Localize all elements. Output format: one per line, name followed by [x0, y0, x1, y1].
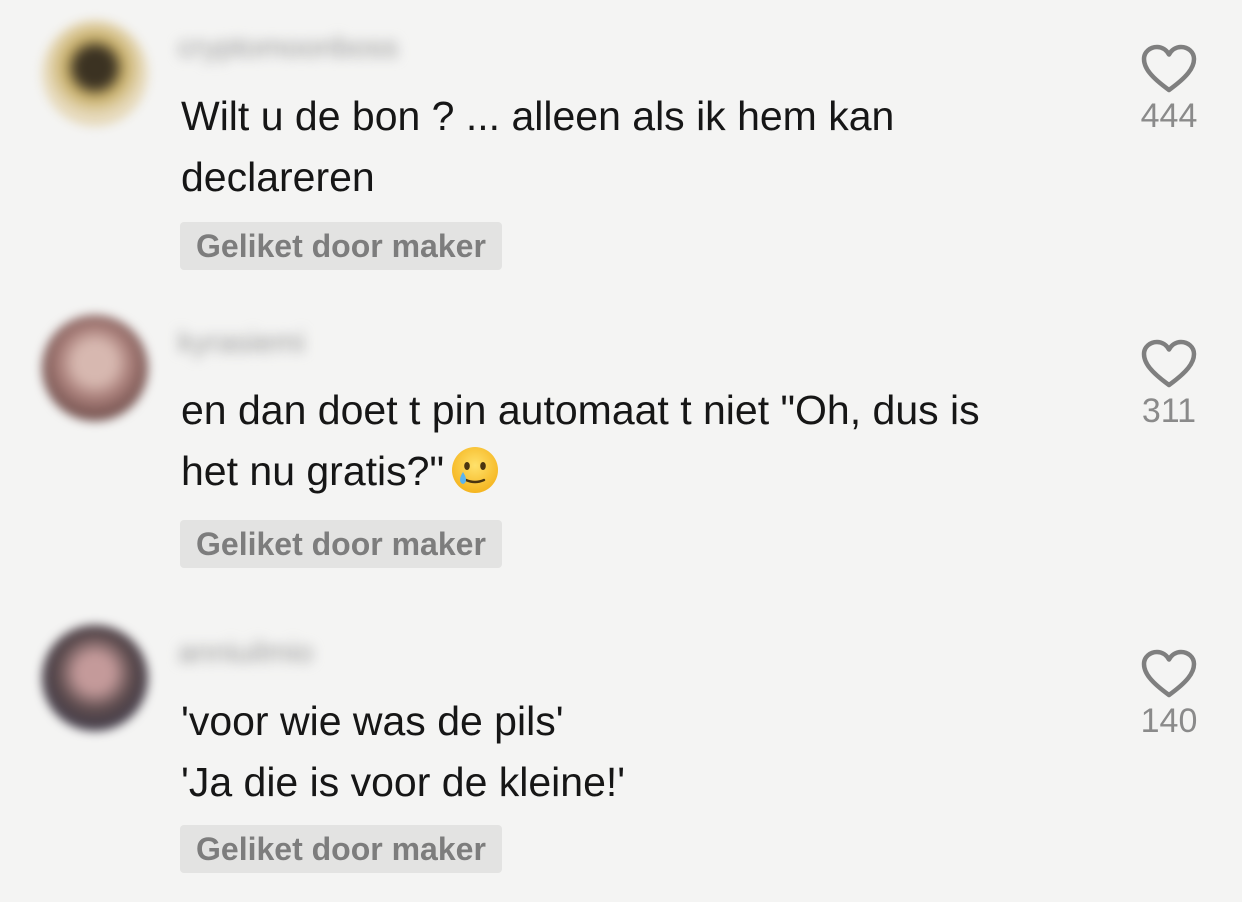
avatar[interactable]	[42, 20, 148, 126]
heart-icon[interactable]	[1141, 339, 1197, 389]
liked-by-creator-badge: Geliket door maker	[180, 520, 502, 568]
comment-text: en dan doet t pin automaat t niet "Oh, d…	[181, 380, 1121, 502]
liked-by-creator-badge: Geliket door maker	[180, 222, 502, 270]
comment-list: cryptomoonboss Wilt u de bon ? ... allee…	[0, 0, 1242, 902]
username[interactable]: cryptomoonboss	[178, 28, 398, 68]
comment-item: kyrasiemi en dan doet t pin automaat t n…	[0, 295, 1242, 585]
comment-item: anniuilmio 'voor wie was de pils' 'Ja di…	[0, 605, 1242, 895]
heart-icon[interactable]	[1141, 44, 1197, 94]
comment-text: 'voor wie was de pils' 'Ja die is voor d…	[181, 698, 626, 805]
username[interactable]: kyrasiemi	[178, 323, 305, 363]
comment-text: Wilt u de bon ? ... alleen als ik hem ka…	[181, 93, 895, 200]
avatar[interactable]	[42, 625, 148, 731]
heart-icon[interactable]	[1141, 649, 1197, 699]
avatar[interactable]	[42, 315, 148, 421]
smiling-face-with-tear-icon	[452, 447, 498, 493]
username[interactable]: anniuilmio	[178, 633, 313, 673]
comment-text-content: en dan doet t pin automaat t niet "Oh, d…	[181, 387, 980, 494]
like-count: 140	[1140, 702, 1198, 740]
liked-by-creator-badge: Geliket door maker	[180, 825, 502, 873]
like-block: 444	[1124, 44, 1214, 136]
like-block: 311	[1124, 339, 1214, 431]
comment-item: cryptomoonboss Wilt u de bon ? ... allee…	[0, 0, 1242, 290]
like-block: 140	[1124, 649, 1214, 741]
like-count: 311	[1141, 392, 1197, 430]
like-count: 444	[1140, 97, 1198, 135]
